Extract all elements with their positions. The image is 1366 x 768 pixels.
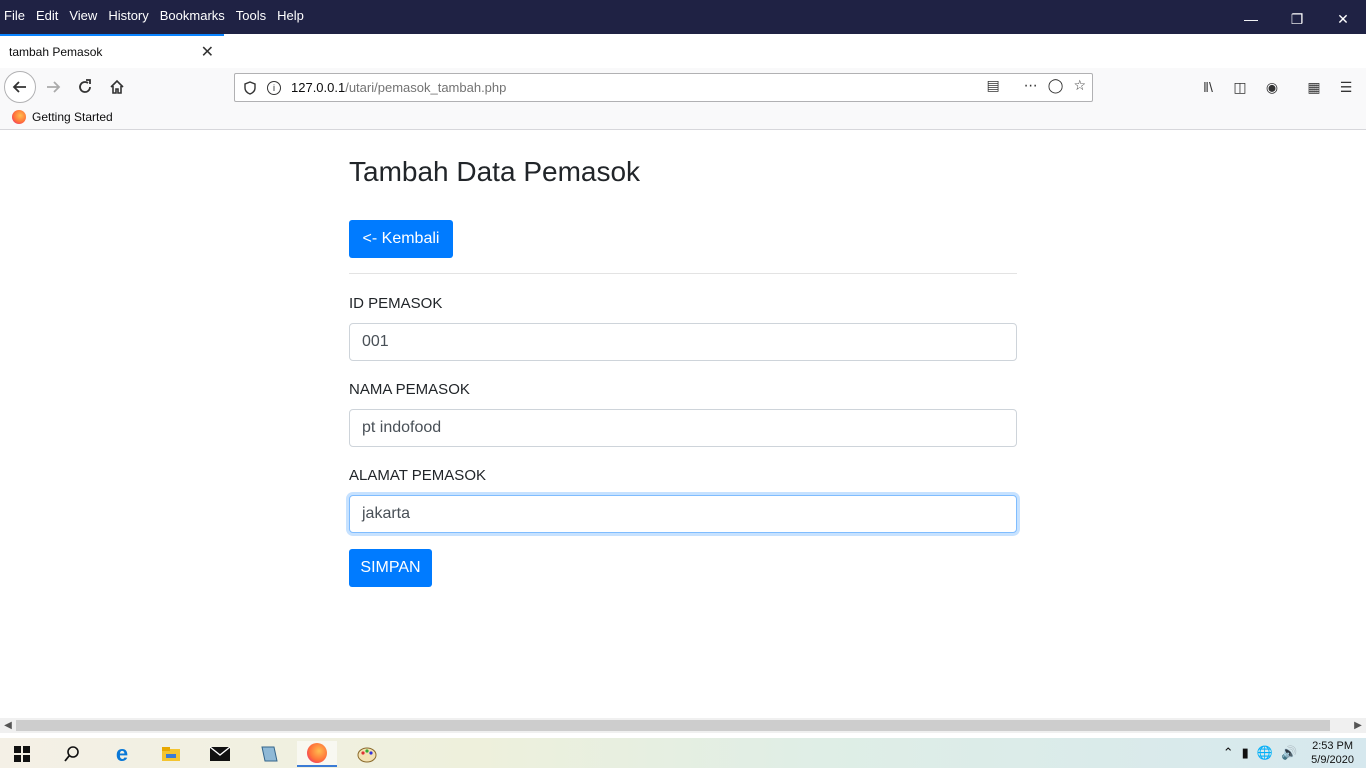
edge-icon[interactable]: e [102, 741, 142, 767]
close-icon[interactable]: ✕ [201, 42, 214, 62]
bookmark-getting-started[interactable]: Getting Started [12, 110, 113, 124]
forward-arrow-icon[interactable] [38, 72, 68, 102]
horizontal-scrollbar[interactable]: ◀ ▶ [0, 718, 1366, 733]
new-tab-icon[interactable]: + [230, 36, 252, 64]
battery-icon[interactable]: ▮ [1242, 745, 1249, 761]
shield-icon[interactable] [244, 80, 258, 95]
url-path: /utari/pemasok_tambah.php [345, 80, 507, 95]
library-icon[interactable]: ‖\ [1196, 72, 1220, 102]
pocket-icon[interactable]: ◯ [1048, 77, 1064, 94]
clock-time: 2:53 PM [1312, 740, 1354, 752]
clock[interactable]: 2:53 PM 5/9/2020 [1311, 739, 1354, 767]
tab-title: tambah Pemasok [9, 45, 103, 59]
id-pemasok-label: ID PEMASOK [349, 295, 443, 312]
page-actions-icon[interactable]: ⋯ [1024, 77, 1038, 94]
menu-file[interactable]: File [4, 8, 25, 23]
mail-icon[interactable] [200, 741, 240, 767]
menu-history[interactable]: History [108, 8, 148, 23]
title-bar: File Edit View History Bookmarks Tools H… [0, 0, 1366, 34]
browser-tab[interactable]: tambah Pemasok ✕ [0, 34, 224, 68]
toolbar-right: ‖\ ◫ ◉ ▦ ☰ [1196, 72, 1358, 102]
sidebar-icon[interactable]: ◫ [1228, 72, 1252, 102]
reload-icon[interactable] [70, 72, 100, 102]
page-title: Tambah Data Pemasok [349, 156, 641, 187]
id-pemasok-input[interactable]: 001 [349, 323, 1017, 361]
paint-icon[interactable] [347, 741, 387, 767]
reader-view-icon[interactable]: ▤ [987, 77, 1000, 94]
menu-tools[interactable]: Tools [236, 8, 266, 23]
firefox-taskbar-icon[interactable] [297, 741, 337, 767]
network-icon[interactable]: 🌐 [1257, 745, 1273, 761]
bookmarks-bar: Getting Started [0, 106, 1366, 130]
scroll-left-icon[interactable]: ◀ [0, 718, 16, 733]
info-icon[interactable]: i [267, 80, 281, 95]
menu-bar: File Edit View History Bookmarks Tools H… [4, 8, 315, 23]
minimize-icon[interactable]: — [1228, 0, 1274, 38]
menu-help[interactable]: Help [277, 8, 304, 23]
bookmark-label: Getting Started [32, 110, 113, 124]
url-bar[interactable]: i 127.0.0.1/utari/pemasok_tambah.php ▤ ⋯… [234, 73, 1093, 102]
firefox-icon [12, 110, 26, 124]
restore-icon[interactable]: ❐ [1274, 0, 1320, 38]
close-window-icon[interactable]: ✕ [1320, 0, 1366, 38]
firefox-icon [307, 743, 327, 763]
scrollbar-thumb[interactable] [16, 720, 1330, 731]
menu-view[interactable]: View [69, 8, 97, 23]
chevron-up-icon[interactable]: ⌃ [1223, 745, 1234, 761]
save-button[interactable]: SIMPAN [349, 549, 432, 587]
scroll-right-icon[interactable]: ▶ [1350, 718, 1366, 733]
system-tray: ⌃ ▮ 🌐 🔊 2:53 PM 5/9/2020 [1223, 738, 1366, 768]
file-explorer-icon[interactable] [151, 741, 191, 767]
back-arrow-icon[interactable] [4, 71, 36, 103]
hamburger-menu-icon[interactable]: ☰ [1334, 72, 1358, 102]
taskbar: e ⌃ ▮ 🌐 🔊 2:53 PM 5/9/2020 [0, 738, 1366, 768]
volume-icon[interactable]: 🔊 [1281, 745, 1297, 761]
account-icon[interactable]: ◉ [1260, 72, 1284, 102]
nama-pemasok-input[interactable]: pt indofood [349, 409, 1017, 447]
clock-date: 5/9/2020 [1311, 754, 1354, 766]
extensions-icon[interactable]: ▦ [1302, 72, 1326, 102]
url-actions: ▤ ⋯ ◯ ☆ [987, 77, 1086, 94]
url-text: 127.0.0.1/utari/pemasok_tambah.php [291, 80, 506, 95]
bookmark-star-icon[interactable]: ☆ [1073, 77, 1086, 94]
divider [349, 273, 1017, 274]
window-controls: — ❐ ✕ [1228, 0, 1366, 38]
navigation-bar: i 127.0.0.1/utari/pemasok_tambah.php ▤ ⋯… [0, 68, 1366, 106]
home-icon[interactable] [102, 72, 132, 102]
back-button[interactable]: <- Kembali [349, 220, 453, 258]
search-icon[interactable] [52, 741, 92, 767]
nama-pemasok-label: NAMA PEMASOK [349, 381, 470, 398]
windows-start-icon[interactable] [2, 741, 42, 767]
menu-bookmarks[interactable]: Bookmarks [160, 8, 225, 23]
url-host: 127.0.0.1 [291, 80, 346, 95]
menu-edit[interactable]: Edit [36, 8, 58, 23]
notepad-icon[interactable] [249, 741, 289, 767]
alamat-pemasok-input[interactable]: jakarta [349, 495, 1017, 533]
alamat-pemasok-label: ALAMAT PEMASOK [349, 467, 486, 484]
